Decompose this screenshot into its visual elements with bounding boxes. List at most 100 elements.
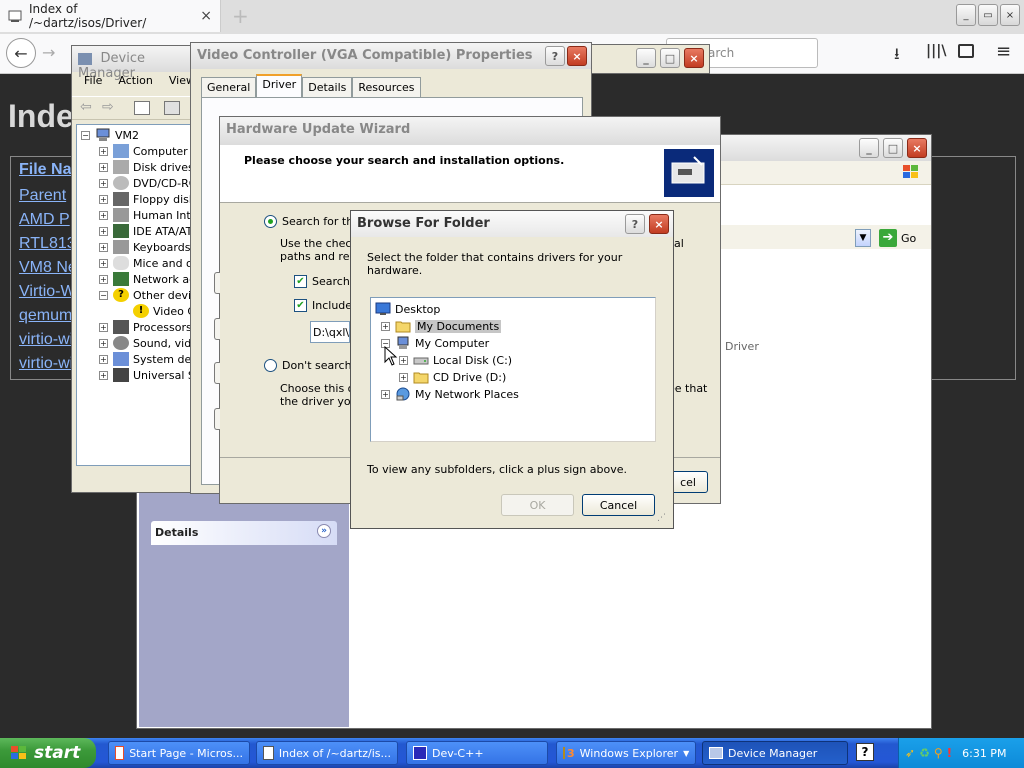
tray-exclamation-icon[interactable]: ! <box>947 746 952 760</box>
properties-icon[interactable] <box>164 101 180 115</box>
background-minimize-button[interactable]: _ <box>636 48 656 68</box>
explorer-maximize-button[interactable]: □ <box>883 138 903 158</box>
menu-file[interactable]: File <box>84 74 102 92</box>
properties-help-button[interactable]: ? <box>545 46 565 66</box>
expand-icon[interactable]: + <box>99 258 108 268</box>
collapse-chevron-icon[interactable]: » <box>317 524 331 538</box>
browser-tab[interactable]: Index of /~dartz/isos/Driver/ × <box>0 0 221 32</box>
tree-item-network[interactable]: + Network ac <box>99 271 195 287</box>
tree-item-sound[interactable]: + Sound, vide <box>99 335 198 351</box>
file-link[interactable]: virtio-wi <box>19 331 73 349</box>
radio-dont-search[interactable] <box>264 359 277 372</box>
show-hide-tree-icon[interactable] <box>134 101 150 115</box>
menu-action[interactable]: Action <box>118 74 152 92</box>
tree-item-disk-drives[interactable]: + Disk drives <box>99 159 194 175</box>
menu-icon[interactable]: ≡ <box>996 41 1011 62</box>
checkbox-checked-icon[interactable]: ✔ <box>294 275 307 288</box>
tree-root[interactable]: − VM2 <box>81 127 139 143</box>
file-name-header[interactable]: File Na <box>19 161 71 179</box>
expand-icon[interactable]: + <box>99 178 108 188</box>
check-search-removable[interactable]: ✔ Search r <box>294 275 358 288</box>
file-link[interactable]: Parent <box>19 187 66 205</box>
go-button[interactable]: ➔ Go <box>879 228 916 248</box>
expand-icon[interactable]: + <box>99 370 108 380</box>
tab-details[interactable]: Details <box>302 77 353 97</box>
expand-icon[interactable]: + <box>99 354 108 364</box>
tree-item-other[interactable]: −? Other devic <box>99 287 197 303</box>
details-panel-header[interactable]: Details » <box>151 521 337 545</box>
tree-item-hid[interactable]: + Human Inte <box>99 207 197 223</box>
wizard-option-search[interactable]: Search for the <box>264 215 360 228</box>
browse-ok-button[interactable]: OK <box>501 494 574 516</box>
tab-general[interactable]: General <box>201 77 257 97</box>
expand-icon[interactable]: + <box>99 226 108 236</box>
radio-search-selected[interactable] <box>264 215 277 228</box>
folder-tree-item-network-places[interactable]: + My Network Places <box>381 386 519 402</box>
explorer-minimize-button[interactable]: _ <box>859 138 879 158</box>
checkbox-checked-icon[interactable]: ✔ <box>294 299 307 312</box>
back-icon[interactable]: ⇦ <box>80 99 92 115</box>
tree-item-processors[interactable]: + Processors <box>99 319 192 335</box>
tray-search-icon[interactable]: ⚲ <box>934 746 943 760</box>
expand-icon[interactable]: + <box>99 242 108 252</box>
taskbar-item-ie[interactable]: Start Page - Micros... <box>108 741 250 765</box>
properties-close-button[interactable]: × <box>567 46 587 66</box>
file-link[interactable]: Virtio-W <box>19 283 76 301</box>
tab-driver[interactable]: Driver <box>256 74 303 97</box>
expand-icon[interactable]: + <box>399 372 408 382</box>
tree-item-usb[interactable]: + Universal S <box>99 367 195 383</box>
background-maximize-button[interactable]: □ <box>660 48 680 68</box>
new-tab-button[interactable]: + <box>232 4 249 28</box>
explorer-close-button[interactable]: × <box>907 138 927 158</box>
properties-side-button[interactable] <box>214 318 220 340</box>
browser-restore-button[interactable]: ▭ <box>978 4 998 26</box>
expand-icon[interactable]: + <box>99 274 108 284</box>
tree-item-computer[interactable]: + Computer <box>99 143 188 159</box>
tab-close-icon[interactable]: × <box>200 8 212 24</box>
collapse-icon[interactable]: − <box>99 290 108 300</box>
file-link[interactable]: qemum <box>19 307 72 325</box>
forward-icon[interactable]: ⇨ <box>102 99 114 115</box>
expand-icon[interactable]: + <box>99 210 108 220</box>
clock[interactable]: 6:31 PM <box>962 747 1006 760</box>
folder-tree-item-desktop[interactable]: Desktop <box>375 301 440 317</box>
forward-arrow-icon[interactable]: → <box>42 43 55 62</box>
properties-side-button[interactable] <box>214 362 220 384</box>
back-button[interactable]: ← <box>6 38 36 68</box>
tree-item-dvd[interactable]: + DVD/CD-RO <box>99 175 197 191</box>
expand-icon[interactable]: + <box>99 146 108 156</box>
tree-item-video-controller[interactable]: ! Video C <box>133 303 195 319</box>
expand-icon[interactable]: + <box>99 194 108 204</box>
check-include-location[interactable]: ✔ Include <box>294 299 352 312</box>
tree-item-system[interactable]: + System dev <box>99 351 198 367</box>
tree-item-keyboards[interactable]: + Keyboards <box>99 239 190 255</box>
tree-item-floppy[interactable]: + Floppy disk <box>99 191 195 207</box>
wizard-option-dont-search[interactable]: Don't search. I <box>264 359 362 372</box>
collapse-icon[interactable]: − <box>81 130 90 140</box>
downloads-icon[interactable]: ⭳ <box>894 43 900 70</box>
expand-icon[interactable]: + <box>399 355 408 365</box>
file-link[interactable]: AMD P <box>19 211 70 229</box>
expand-icon[interactable]: + <box>99 322 108 332</box>
folder-tree-item-local-disk[interactable]: + Local Disk (C:) <box>399 352 512 368</box>
resize-grip-icon[interactable]: ⋰ <box>657 513 669 525</box>
folder-tree-item-my-documents[interactable]: + My Documents <box>381 318 502 334</box>
tab-resources[interactable]: Resources <box>352 77 421 97</box>
taskbar-item-explorer[interactable]: 3 Windows Explorer ▼ <box>556 741 696 765</box>
browser-close-button[interactable]: × <box>1000 4 1020 26</box>
expand-icon[interactable]: + <box>381 321 390 331</box>
expand-icon[interactable]: + <box>99 162 108 172</box>
file-link[interactable]: VM8 Ne <box>19 259 77 277</box>
sidebar-icon[interactable] <box>958 44 974 58</box>
taskbar-item-firefox[interactable]: Index of /~dartz/is... <box>256 741 398 765</box>
start-button[interactable]: start <box>0 738 96 768</box>
folder-tree-item-cd-drive[interactable]: + CD Drive (D:) <box>399 369 506 385</box>
tree-item-ide[interactable]: + IDE ATA/AT <box>99 223 192 239</box>
browse-close-button[interactable]: × <box>649 214 669 234</box>
properties-side-button[interactable] <box>214 408 220 430</box>
background-close-button[interactable]: × <box>684 48 704 68</box>
tray-recycle-icon[interactable]: ♻ <box>919 746 930 760</box>
taskbar-help-button[interactable]: ? <box>856 743 874 761</box>
tray-devcpp-icon[interactable]: ➶ <box>905 746 915 760</box>
library-icon[interactable]: |||\ <box>926 43 946 59</box>
